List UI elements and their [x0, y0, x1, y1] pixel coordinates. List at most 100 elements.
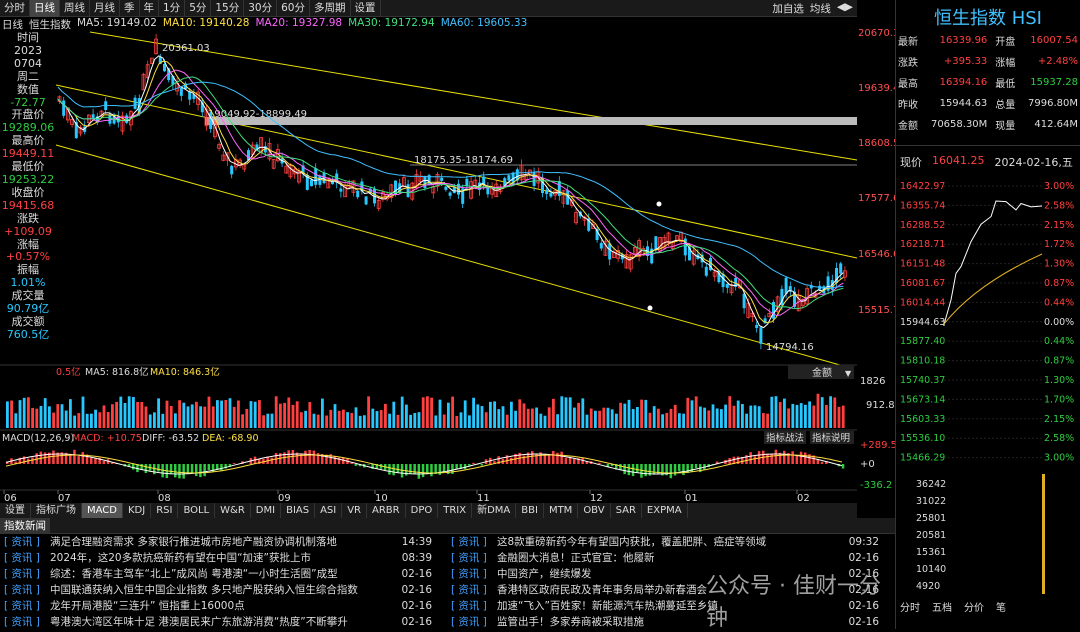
intraday-vol-tick: 20581	[916, 530, 946, 541]
indicator-tab[interactable]: EXPMA	[642, 503, 688, 518]
volume-bar	[497, 409, 500, 428]
macd-bar	[203, 464, 206, 476]
intraday-tab[interactable]: 分价	[964, 602, 984, 614]
volume-bar	[308, 402, 311, 428]
news-tag: [ 资讯 ]	[447, 534, 497, 550]
news-item[interactable]: [ 资讯 ]2024年，这20多款抗癌新药有望在中国“加速”获批上市08:39	[0, 550, 447, 566]
volume-bar	[409, 415, 412, 428]
intraday-tab[interactable]: 笔	[996, 601, 1006, 614]
news-item[interactable]: [ 资讯 ]龙年开局港股“三连升” 恒指重上16000点02-16	[0, 598, 447, 614]
indicator-tab[interactable]: DMI	[251, 503, 281, 518]
news-title[interactable]: 龙年开局港股“三连升” 恒指重上16000点	[50, 598, 390, 614]
news-item[interactable]: [ 资讯 ]满足合理融资需求 多家银行推进城市房地产融资协调机制落地14:39	[0, 534, 447, 550]
news-item[interactable]: [ 资讯 ]中国联通获纳入恒生中国企业指数 多只地产股获纳入恒生综合指数02-1…	[0, 582, 447, 598]
macd-bar	[145, 464, 148, 473]
indicator-tab[interactable]: RSI	[151, 503, 178, 518]
volume-bar	[178, 400, 181, 428]
candle-body	[755, 325, 758, 328]
indicator-tab[interactable]: ARBR	[367, 503, 406, 518]
candle-body	[705, 267, 708, 276]
volume-bar	[531, 409, 534, 428]
intraday-tab[interactable]: 分时	[900, 602, 920, 614]
intraday-vol-tick: 10140	[916, 564, 946, 575]
indicator-tab[interactable]: MACD	[82, 503, 123, 518]
indicator-tab[interactable]: ASI	[315, 503, 342, 518]
volume-bar	[665, 413, 668, 428]
volume-bar	[560, 396, 563, 428]
candle-body	[62, 100, 65, 115]
news-row: [ 资讯 ]满足合理融资需求 多家银行推进城市房地产融资协调机制落地14:39[…	[0, 534, 895, 550]
intraday-pct-tick: 3.00%	[1044, 181, 1074, 192]
indicator-tab[interactable]: BIAS	[281, 503, 315, 518]
volume-bar	[472, 398, 475, 428]
indicator-tab[interactable]: MTM	[544, 503, 578, 518]
macd-bar	[103, 461, 106, 464]
volume-bar	[787, 408, 790, 428]
news-title[interactable]: 综述：香港车主驾车“北上”成风尚 粤港澳“一小时生活圈”成型	[50, 566, 390, 582]
macd-bar	[73, 450, 76, 464]
channel-handle[interactable]	[648, 306, 653, 311]
channel-lower-line[interactable]	[56, 145, 840, 365]
volume-bar	[628, 400, 631, 428]
indicator-tab[interactable]: DPO	[406, 503, 439, 518]
indicator-tab[interactable]: KDJ	[123, 503, 151, 518]
macd-bar	[791, 451, 794, 464]
intraday-chart[interactable]: 16422.973.00%16355.742.58%16288.522.15%1…	[896, 174, 1080, 614]
indicator-tab[interactable]: OBV	[578, 503, 610, 518]
volume-bar	[510, 402, 513, 428]
channel-handle[interactable]	[657, 202, 662, 207]
news-item[interactable]: [ 资讯 ]金融圈大消息！正式官宣：他履新02-16	[447, 550, 894, 566]
indicator-tab[interactable]: TRIX	[438, 503, 472, 518]
volume-bar	[724, 405, 727, 428]
news-title[interactable]: 粤港澳大湾区年味十足 港澳居民来广东旅游消费“热度”不断攀升	[50, 614, 390, 630]
news-item[interactable]: [ 资讯 ]粤港澳大湾区年味十足 港澳居民来广东旅游消费“热度”不断攀升02-1…	[0, 614, 447, 630]
volume-bar	[779, 402, 782, 428]
intraday-tab[interactable]: 五档	[932, 601, 952, 614]
news-title[interactable]: 金融圈大消息！正式官宣：他履新	[497, 550, 837, 566]
volume-bar	[770, 397, 773, 428]
news-title[interactable]: 2024年，这20多款抗癌新药有望在中国“加速”获批上市	[50, 550, 390, 566]
volume-bar	[31, 408, 34, 428]
news-title[interactable]: 满足合理融资需求 多家银行推进城市房地产融资协调机制落地	[50, 534, 390, 550]
volume-bar	[187, 406, 190, 428]
macd-bar	[308, 450, 311, 464]
now-value: 16041.25	[932, 154, 985, 170]
volume-bar	[279, 404, 282, 428]
macd-bar	[796, 456, 799, 464]
indicator-tab[interactable]: 新DMA	[472, 503, 516, 518]
kline-chart[interactable]: 20361.03 19049.92-18899.49 18175.35-1817…	[0, 0, 895, 503]
volume-bar	[539, 414, 542, 428]
candle-body	[423, 176, 426, 188]
macd-bar	[350, 463, 353, 464]
volume-bar	[447, 403, 450, 428]
indicator-tab[interactable]: SAR	[611, 503, 642, 518]
quote-row: 昨收15944.63总量7996.80M	[896, 93, 1080, 114]
volume-bar	[455, 416, 458, 428]
volume-bar	[61, 404, 64, 428]
indicator-tab[interactable]: BOLL	[178, 503, 215, 518]
news-time: 02-16	[837, 550, 887, 566]
news-title[interactable]: 这8款重磅新药今年有望国内获批，覆盖肥胖、癌症等领域	[497, 534, 837, 550]
indicator-tab[interactable]: VR	[342, 503, 367, 518]
macd-bar	[191, 464, 194, 473]
channel-middle-line[interactable]	[56, 85, 857, 258]
news-item[interactable]: [ 资讯 ]这8款重磅新药今年有望国内获批，覆盖肥胖、癌症等领域09:32	[447, 534, 894, 550]
volume-bar	[237, 400, 240, 428]
macd-bar	[140, 464, 143, 470]
volume-bar	[544, 416, 547, 428]
macd-bar	[548, 455, 551, 464]
intraday-vol-tick: 15361	[916, 547, 946, 558]
indicator-tab[interactable]: 指标广场	[31, 503, 82, 518]
indicator-tab[interactable]: 设置	[0, 503, 31, 518]
macd-bar	[455, 464, 458, 469]
macd-bar	[472, 463, 475, 464]
volume-bar	[602, 408, 605, 428]
volume-bar	[258, 400, 261, 428]
volume-bar	[397, 415, 400, 428]
news-item[interactable]: [ 资讯 ]综述：香港车主驾车“北上”成风尚 粤港澳“一小时生活圈”成型02-1…	[0, 566, 447, 582]
news-tab[interactable]: 指数新闻	[0, 518, 50, 533]
volume-bar	[124, 403, 127, 428]
indicator-tab[interactable]: W&R	[215, 503, 251, 518]
indicator-tab[interactable]: BBI	[516, 503, 544, 518]
news-title[interactable]: 中国联通获纳入恒生中国企业指数 多只地产股获纳入恒生综合指数	[50, 582, 390, 598]
